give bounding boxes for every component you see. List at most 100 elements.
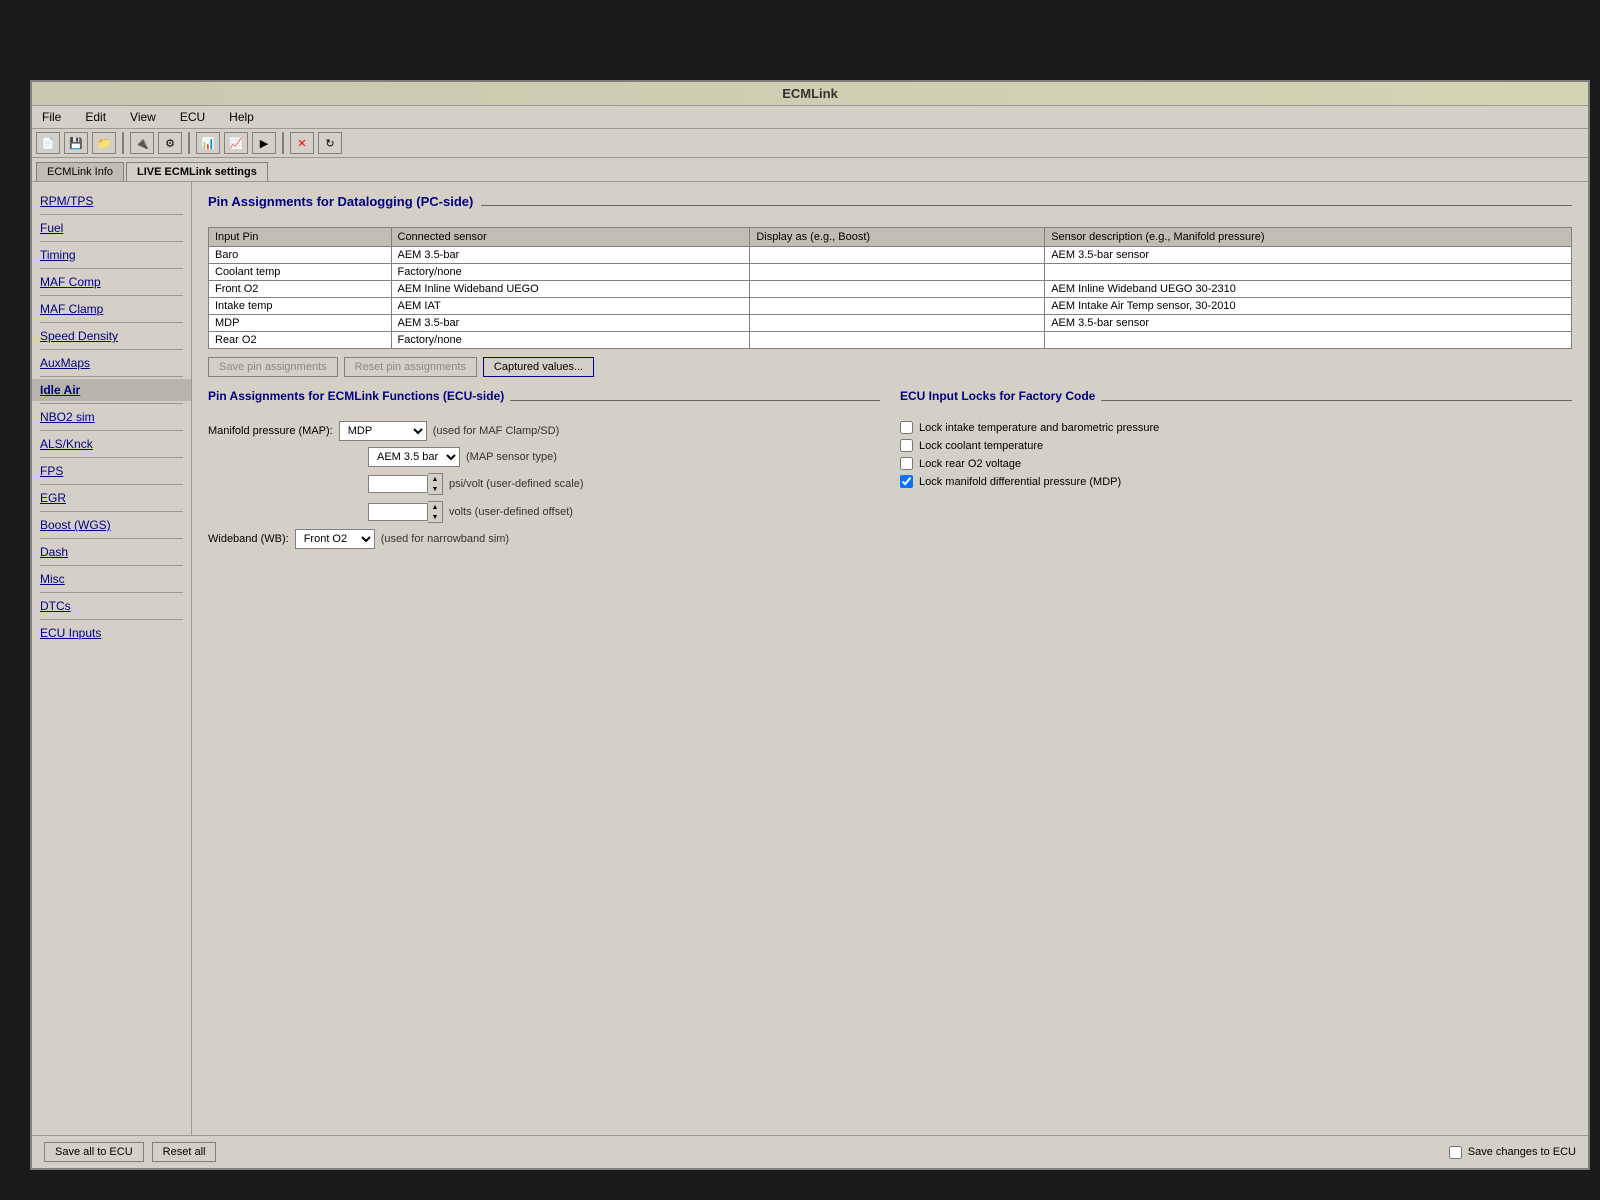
psi-volt-spin-btns: ▲ ▼ <box>428 473 443 495</box>
sidebar-div11 <box>40 484 183 485</box>
reset-pin-btn[interactable]: Reset pin assignments <box>344 357 477 377</box>
volts-offset-spin-btns: ▲ ▼ <box>428 501 443 523</box>
sidebar-item-rpm-tps[interactable]: RPM/TPS <box>32 190 191 212</box>
ecu-locks-section: ECU Input Locks for Factory Code Lock in… <box>900 389 1572 555</box>
toolbar-x[interactable]: ✕ <box>290 132 314 154</box>
main-area: RPM/TPS Fuel Timing MAF Comp MAF Clamp S… <box>32 182 1588 1135</box>
content-area: Pin Assignments for Datalogging (PC-side… <box>192 182 1588 1135</box>
psi-volt-down[interactable]: ▼ <box>428 484 442 494</box>
lock-row: Lock manifold differential pressure (MDP… <box>900 475 1572 488</box>
sidebar-item-boost-wgs[interactable]: Boost (WGS) <box>32 514 191 536</box>
menu-edit[interactable]: Edit <box>79 108 112 126</box>
sidebar-item-idle-air[interactable]: Idle Air <box>32 379 191 401</box>
psi-volt-unit: psi/volt (user-defined scale) <box>449 478 584 490</box>
volts-offset-up[interactable]: ▲ <box>428 502 442 512</box>
map-sensor-note: (MAP sensor type) <box>466 451 557 463</box>
toolbar-read[interactable]: 📊 <box>196 132 220 154</box>
sidebar-item-maf-comp[interactable]: MAF Comp <box>32 271 191 293</box>
sidebar-item-maf-clamp[interactable]: MAF Clamp <box>32 298 191 320</box>
ecu-locks-header: ECU Input Locks for Factory Code <box>900 389 1572 411</box>
lock-checkbox-2[interactable] <box>900 457 913 470</box>
table-row: BaroAEM 3.5-barAEM 3.5-bar sensor <box>209 247 1572 264</box>
sidebar-item-nbo2-sim[interactable]: NBO2 sim <box>32 406 191 428</box>
sidebar-item-egr[interactable]: EGR <box>32 487 191 509</box>
wideband-note: (used for narrowband sim) <box>381 533 509 545</box>
psi-volt-row: 12.511 ▲ ▼ psi/volt (user-defined scale) <box>368 473 880 495</box>
bottom-right: Save changes to ECU <box>1449 1146 1576 1159</box>
wideband-label: Wideband (WB): <box>208 533 289 545</box>
datalogging-table: Input Pin Connected sensor Display as (e… <box>208 227 1572 349</box>
sidebar-item-ecu-inputs[interactable]: ECU Inputs <box>32 622 191 644</box>
menu-view[interactable]: View <box>124 108 162 126</box>
volts-offset-row: 0.510 ▲ ▼ volts (user-defined offset) <box>368 501 880 523</box>
sidebar-item-dtcs[interactable]: DTCs <box>32 595 191 617</box>
bottom-bar: Save all to ECU Reset all Save changes t… <box>32 1135 1588 1168</box>
sidebar-div5 <box>40 322 183 323</box>
sidebar-item-speed-density[interactable]: Speed Density <box>32 325 191 347</box>
sidebar-div1 <box>40 214 183 215</box>
volts-offset-unit: volts (user-defined offset) <box>449 506 573 518</box>
toolbar-write[interactable]: 📈 <box>224 132 248 154</box>
menu-ecu[interactable]: ECU <box>174 108 211 126</box>
sidebar-div8 <box>40 403 183 404</box>
psi-volt-input[interactable]: 12.511 <box>368 475 428 493</box>
manifold-select[interactable]: MDP Baro Front O2 Intake temp Rear O2 <box>339 421 427 441</box>
wideband-select[interactable]: Front O2 Rear O2 <box>295 529 375 549</box>
sidebar-item-als-knck[interactable]: ALS/Knck <box>32 433 191 455</box>
volts-offset-down[interactable]: ▼ <box>428 512 442 522</box>
save-all-btn[interactable]: Save all to ECU <box>44 1142 144 1162</box>
sidebar-div3 <box>40 268 183 269</box>
wideband-row: Wideband (WB): Front O2 Rear O2 (used fo… <box>208 529 880 549</box>
sidebar-div12 <box>40 511 183 512</box>
toolbar-refresh[interactable]: ↻ <box>318 132 342 154</box>
captured-values-btn[interactable]: Captured values... <box>483 357 594 377</box>
tab-ecmlink-info[interactable]: ECMLink Info <box>36 162 124 181</box>
map-sensor-select[interactable]: AEM 3.5 bar AEM 2-bar Factory <box>368 447 460 467</box>
tab-live-settings[interactable]: LIVE ECMLink settings <box>126 162 268 181</box>
volts-offset-input[interactable]: 0.510 <box>368 503 428 521</box>
psi-volt-up[interactable]: ▲ <box>428 474 442 484</box>
sidebar-div16 <box>40 619 183 620</box>
manifold-label: Manifold pressure (MAP): <box>208 425 333 437</box>
map-sensor-row: AEM 3.5 bar AEM 2-bar Factory (MAP senso… <box>368 447 880 467</box>
toolbar-connect[interactable]: 🔌 <box>130 132 154 154</box>
sidebar-item-auxmaps[interactable]: AuxMaps <box>32 352 191 374</box>
sidebar-div9 <box>40 430 183 431</box>
menu-help[interactable]: Help <box>223 108 260 126</box>
save-changes-checkbox[interactable] <box>1449 1146 1462 1159</box>
table-row: MDPAEM 3.5-barAEM 3.5-bar sensor <box>209 315 1572 332</box>
lock-checkbox-0[interactable] <box>900 421 913 434</box>
sidebar-item-fuel[interactable]: Fuel <box>32 217 191 239</box>
col-sensor-desc: Sensor description (e.g., Manifold press… <box>1045 228 1572 247</box>
toolbar-save[interactable]: 💾 <box>64 132 88 154</box>
menu-file[interactable]: File <box>36 108 67 126</box>
lock-checkbox-3[interactable] <box>900 475 913 488</box>
datalogging-section-header: Pin Assignments for Datalogging (PC-side… <box>208 194 1572 217</box>
menu-bar: File Edit View ECU Help <box>32 106 1588 129</box>
table-actions: Save pin assignments Reset pin assignmen… <box>208 357 1572 377</box>
app-title: ECMLink <box>782 86 838 101</box>
manifold-row: Manifold pressure (MAP): MDP Baro Front … <box>208 421 880 441</box>
table-row: Front O2AEM Inline Wideband UEGOAEM Inli… <box>209 281 1572 298</box>
toolbar-new[interactable]: 📄 <box>36 132 60 154</box>
toolbar: 📄 💾 📁 🔌 ⚙ 📊 📈 ▶ ✕ ↻ <box>32 129 1588 158</box>
toolbar-arrow[interactable]: ▶ <box>252 132 276 154</box>
save-pin-btn[interactable]: Save pin assignments <box>208 357 338 377</box>
title-bar: ECMLink <box>32 82 1588 106</box>
sidebar-item-timing[interactable]: Timing <box>32 244 191 266</box>
lock-row: Lock coolant temperature <box>900 439 1572 452</box>
sidebar-item-dash[interactable]: Dash <box>32 541 191 563</box>
sidebar-item-fps[interactable]: FPS <box>32 460 191 482</box>
lock-checkbox-1[interactable] <box>900 439 913 452</box>
ecu-side-title: Pin Assignments for ECMLink Functions (E… <box>208 389 504 403</box>
lock-label-2: Lock rear O2 voltage <box>919 458 1021 470</box>
sidebar-item-misc[interactable]: Misc <box>32 568 191 590</box>
toolbar-settings[interactable]: ⚙ <box>158 132 182 154</box>
lock-row: Lock rear O2 voltage <box>900 457 1572 470</box>
sidebar-div2 <box>40 241 183 242</box>
toolbar-open[interactable]: 📁 <box>92 132 116 154</box>
reset-all-btn[interactable]: Reset all <box>152 1142 217 1162</box>
locks-container: Lock intake temperature and barometric p… <box>900 421 1572 488</box>
table-row: Intake tempAEM IATAEM Intake Air Temp se… <box>209 298 1572 315</box>
sidebar-div15 <box>40 592 183 593</box>
